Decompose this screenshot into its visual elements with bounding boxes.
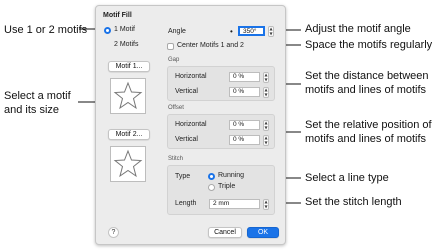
annotation-gap-line2: motifs and lines of motifs [305, 84, 427, 96]
gap-vertical-stepper[interactable]: ▲ ▼ [263, 87, 269, 98]
annotation-select-motif-line1: Select a motif [4, 90, 71, 102]
annotation-adjust-angle: Adjust the motif angle [305, 23, 411, 35]
ok-button[interactable]: OK [247, 227, 279, 238]
annotation-use-motifs: Use 1 or 2 motifs [4, 24, 88, 36]
annotation-gap-line1: Set the distance between [305, 70, 429, 82]
center-motifs-checkbox[interactable] [167, 43, 174, 50]
star-icon [113, 149, 143, 178]
motif2-button[interactable]: Motif 2... [108, 129, 150, 140]
gap-title: Gap [168, 57, 180, 63]
radio-triple-label: Triple [218, 183, 236, 190]
offset-horizontal-label: Horizontal [175, 121, 207, 128]
stitch-length-input[interactable]: 2 mm [209, 199, 260, 209]
annotation-offset-line1: Set the relative position of [305, 119, 432, 131]
offset-vertical-input[interactable]: 0 % [229, 135, 260, 145]
radio-one-motif-label: 1 Motif [114, 26, 136, 33]
offset-horizontal-input[interactable]: 0 % [229, 120, 260, 130]
motif1-preview[interactable] [110, 78, 146, 114]
star-icon [113, 81, 143, 110]
gap-horizontal-stepper[interactable]: ▲ ▼ [263, 72, 269, 83]
stitch-length-label: Length [175, 200, 197, 207]
annotation-stitch-length: Set the stitch length [305, 196, 402, 208]
angle-label: Angle [168, 28, 186, 35]
angle-stepper[interactable]: ▲ ▼ [268, 26, 274, 37]
radio-one-motif[interactable] [104, 27, 111, 34]
radio-running[interactable] [208, 173, 215, 180]
motif1-button[interactable]: Motif 1... [108, 61, 150, 72]
radio-two-motifs-label[interactable]: 2 Motifs [114, 41, 139, 48]
offset-horizontal-stepper[interactable]: ▲ ▼ [263, 120, 269, 131]
stitch-length-stepper[interactable]: ▲ ▼ [263, 199, 269, 210]
annotation-offset-line2: motifs and lines of motifs [305, 133, 427, 145]
stitch-type-label: Type [175, 173, 191, 180]
angle-input[interactable]: 350° [238, 26, 265, 36]
angle-dial-icon[interactable]: • [230, 27, 233, 36]
offset-vertical-stepper[interactable]: ▲ ▼ [263, 135, 269, 146]
gap-horizontal-label: Horizontal [175, 73, 207, 80]
annotation-select-motif-line2: and its size [4, 104, 60, 116]
offset-vertical-label: Vertical [175, 136, 198, 143]
motif2-preview[interactable] [110, 146, 146, 182]
gap-vertical-input[interactable]: 0 % [229, 87, 260, 97]
offset-title: Offset [168, 105, 184, 111]
annotation-line-type: Select a line type [305, 172, 389, 184]
dialog-title: Motif Fill [103, 12, 132, 19]
motif-fill-dialog: Motif Fill 1 Motif 2 Motifs Motif 1... M… [95, 5, 286, 245]
annotation-space-regularly: Space the motifs regularly [305, 39, 433, 51]
radio-triple[interactable] [208, 184, 215, 191]
gap-vertical-label: Vertical [175, 88, 198, 95]
cancel-button[interactable]: Cancel [208, 227, 242, 238]
gap-horizontal-input[interactable]: 0 % [229, 72, 260, 82]
radio-running-label: Running [218, 172, 245, 179]
help-button[interactable]: ? [108, 227, 119, 238]
center-motifs-label: Center Motifs 1 and 2 [177, 42, 244, 49]
stitch-title: Stitch [168, 156, 184, 162]
